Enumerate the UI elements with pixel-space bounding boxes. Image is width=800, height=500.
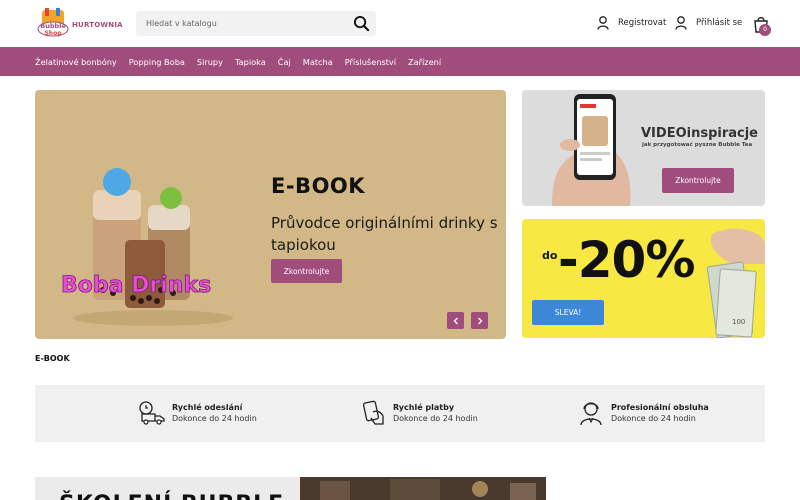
feature-subtitle: Dokonce do 24 hodin: [393, 414, 478, 423]
carousel-next-button[interactable]: [471, 312, 488, 329]
video-promo-title: VIDEOinspiracje: [641, 126, 758, 141]
hero-title: E-BOOK: [271, 174, 366, 198]
login-link[interactable]: Přihlásit se: [675, 16, 742, 30]
svg-text:Bubble: Bubble: [40, 22, 66, 30]
hero-subtitle: Průvodce originálními drinky s tapiokou: [271, 214, 498, 254]
site-header: Bubble Shop HURTOWNIA Registrovat Přihlá…: [0, 0, 800, 47]
delivery-truck-icon: [139, 401, 165, 425]
video-inspiration-banner[interactable]: VIDEOinspiracje jak przygotować pyszne B…: [522, 90, 765, 206]
sale-banner[interactable]: do -20% 100 SLEVA!: [522, 219, 765, 338]
main-nav: Želatinové bonbóny Popping Boba Sirupy T…: [0, 47, 800, 76]
nav-item-gelatin-candies[interactable]: Želatinové bonbóny: [35, 57, 117, 67]
hand-with-banknotes-illustration: 100: [706, 228, 765, 338]
boba-drinks-art-text: Boba Drinks: [61, 273, 211, 298]
svg-text:Shop: Shop: [44, 30, 62, 37]
svg-text:100: 100: [732, 318, 745, 326]
support-agent-icon: [580, 402, 602, 426]
feature-title: Profesionální obsluha: [611, 403, 709, 412]
feature-title: Rychlé platby: [393, 403, 455, 412]
feature-subtitle: Dokonce do 24 hodin: [172, 414, 257, 423]
nav-item-syrups[interactable]: Sirupy: [197, 57, 223, 67]
feature-subtitle: Dokonce do 24 hodin: [611, 414, 696, 423]
phone-in-hand-illustration: [552, 94, 631, 206]
hero-check-button[interactable]: Zkontrolujte: [271, 259, 342, 283]
nav-item-tapioca[interactable]: Tapioka: [235, 57, 266, 67]
nav-item-popping-boba[interactable]: Popping Boba: [129, 57, 185, 67]
logo-badge-icon: Bubble Shop: [37, 8, 69, 37]
carousel-prev-button[interactable]: [447, 312, 464, 329]
logo[interactable]: Bubble Shop HURTOWNIA: [36, 8, 123, 40]
training-banner[interactable]: ŠKOLENÍ BUBBLE: [35, 477, 300, 500]
cart-count-badge: 0: [759, 24, 771, 36]
sale-prefix: do: [542, 249, 558, 262]
nav-item-matcha[interactable]: Matcha: [303, 57, 333, 67]
logo-text: HURTOWNIA: [72, 21, 123, 29]
training-banner-photo: [300, 477, 546, 500]
hero-caption: E-BOOK: [35, 354, 70, 363]
register-link[interactable]: Registrovat: [597, 16, 666, 30]
sale-percentage: -20%: [558, 231, 695, 289]
feature-fast-shipping: Rychlé odeslání Dokonce do 24 hodin: [138, 398, 257, 428]
payment-hand-icon: [362, 400, 384, 425]
user-icon: [597, 16, 609, 30]
hero-banner[interactable]: Boba Drinks E-BOOK Průvodce originálními…: [35, 90, 506, 339]
training-banner-title: ŠKOLENÍ BUBBLE: [59, 492, 284, 500]
video-promo-subtitle: jak przygotować pyszne Bubble Tea: [642, 142, 753, 148]
feature-fast-payments: Rychlé platby Dokonce do 24 hodin: [359, 398, 478, 428]
boba-drinks-illustration: Boba Drinks: [61, 168, 233, 326]
chevron-left-icon: [453, 317, 458, 324]
chevron-right-icon: [477, 317, 482, 324]
feature-professional-service: Profesionální obsluha Dokonce do 24 hodi…: [577, 398, 709, 428]
user-icon: [675, 16, 687, 30]
register-label: Registrovat: [618, 18, 667, 28]
nav-item-equipment[interactable]: Zařízení: [408, 57, 441, 67]
login-label: Přihlásit se: [696, 18, 743, 28]
feature-title: Rychlé odeslání: [172, 403, 243, 412]
search-icon[interactable]: [353, 15, 370, 32]
nav-item-accessories[interactable]: Příslušenství: [345, 57, 396, 67]
nav-item-tea[interactable]: Čaj: [278, 57, 291, 67]
video-check-button[interactable]: Zkontrolujte: [662, 168, 734, 193]
features-bar: Rychlé odeslání Dokonce do 24 hodin Rych…: [35, 385, 765, 442]
sale-button[interactable]: SLEVA!: [532, 300, 604, 325]
cafe-interior-image: [300, 477, 546, 500]
search-input[interactable]: [136, 11, 346, 36]
search-box: [136, 11, 376, 36]
